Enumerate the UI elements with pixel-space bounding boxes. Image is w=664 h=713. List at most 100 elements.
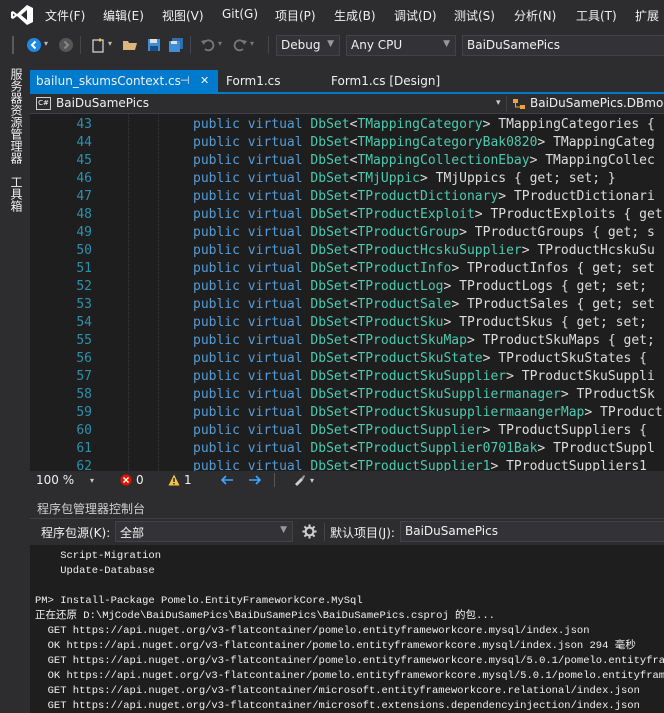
entity-type: TProductSkuSupplier	[357, 369, 507, 384]
settings-gear-icon[interactable]	[302, 524, 317, 539]
code-line: public virtual DbSet<TMappingCategoryBak…	[193, 134, 655, 152]
new-dropdown-icon[interactable]: ▾	[108, 39, 112, 48]
code-cleanup-brush-icon[interactable]	[292, 473, 306, 487]
keyword-virtual: virtual	[247, 189, 303, 204]
cleanup-dropdown-icon[interactable]: ▾	[310, 476, 314, 485]
type-dbset: DbSet	[310, 225, 350, 240]
indent-guide	[158, 114, 159, 471]
code-line: public virtual DbSet<TProductSkusupplier…	[193, 404, 663, 422]
error-count[interactable]: 0	[136, 473, 144, 487]
code-line: public virtual DbSet<TProductSkuMap> TPr…	[193, 332, 655, 350]
menu-build[interactable]: 生成(B)	[334, 7, 376, 24]
keyword-public: public	[193, 315, 240, 330]
punct: >	[498, 189, 514, 204]
server-explorer-tab[interactable]: 服务器资源管理器	[8, 68, 23, 164]
package-source-dropdown[interactable]: 全部 ▼	[115, 521, 293, 542]
new-project-icon[interactable]	[90, 37, 106, 53]
property-name: TProductSkuMaps	[482, 333, 601, 348]
accessor-tail: { get; set; }	[506, 171, 616, 186]
zoom-level[interactable]: 100 %	[36, 473, 74, 487]
code-line: public virtual DbSet<TProductSupplier070…	[193, 440, 655, 458]
keyword-virtual: virtual	[247, 315, 303, 330]
line-number: 47	[76, 189, 92, 204]
project-navigation-dropdown[interactable]: C# BaiDuSamePics ▾	[34, 95, 506, 113]
tab-form1-cs[interactable]: Form1.cs	[220, 70, 324, 92]
undo-icon[interactable]	[200, 37, 216, 53]
line-number: 51	[76, 261, 92, 276]
visual-studio-logo-icon[interactable]	[10, 4, 34, 26]
property-name: TProductSkuStates	[498, 351, 632, 366]
punct: >	[560, 387, 577, 402]
keyword-public: public	[193, 207, 240, 222]
arrow-left-icon[interactable]	[220, 474, 234, 486]
accessor-tail: { get; s	[584, 225, 655, 240]
navigate-back-icon[interactable]	[26, 37, 42, 53]
keyword-virtual: virtual	[247, 387, 303, 402]
open-folder-icon[interactable]	[122, 37, 138, 53]
entity-type: TProductSale	[357, 297, 452, 312]
solution-platform-dropdown[interactable]: Any CPU ▼	[346, 35, 456, 56]
redo-dropdown-icon[interactable]: ▾	[250, 39, 254, 48]
keyword-public: public	[193, 189, 240, 204]
entity-type: TProductExploit	[357, 207, 475, 222]
menu-test[interactable]: 测试(S)	[454, 7, 495, 24]
tab-form1-design[interactable]: Form1.cs [Design]	[325, 70, 475, 92]
warning-count[interactable]: 1	[184, 473, 192, 487]
zoom-dropdown-icon[interactable]: ▾	[90, 476, 94, 485]
punct: >	[466, 333, 483, 348]
menu-analyze[interactable]: 分析(N)	[514, 7, 556, 24]
menu-debug[interactable]: 调试(D)	[394, 7, 437, 24]
property-name: TMjUppics	[435, 171, 507, 186]
accessor-tail: { get;	[600, 333, 655, 348]
keyword-virtual: virtual	[247, 441, 303, 456]
type-navigation-value: BaiDuSamePics.DBmod	[530, 96, 664, 110]
redo-icon[interactable]	[232, 37, 248, 53]
default-project-dropdown[interactable]: BaiDuSamePics	[400, 521, 664, 542]
keyword-virtual: virtual	[247, 225, 303, 240]
pin-tab-icon[interactable]: ⊣	[180, 70, 190, 92]
code-line: public virtual DbSet<TMjUppic> TMjUppics…	[193, 170, 616, 188]
save-all-icon[interactable]	[168, 37, 184, 53]
punct: >	[521, 243, 538, 258]
error-icon[interactable]	[120, 474, 132, 486]
keyword-virtual: virtual	[247, 351, 303, 366]
menu-edit[interactable]: 编辑(E)	[103, 7, 144, 24]
menu-view[interactable]: 视图(V)	[162, 7, 204, 24]
menu-project[interactable]: 项目(P)	[275, 7, 316, 24]
code-editor[interactable]: 43 44 45 46 47 48 49 50 51 52 53 54 55 56 57 58 59 60 61 62…	[30, 114, 664, 471]
type-dbset: DbSet	[310, 297, 350, 312]
console-line: 正在还原 D:\MjCode\BaiDuSamePics\BaiDuSamePi…	[35, 610, 495, 622]
startup-project-value: BaiDuSamePics	[467, 38, 560, 52]
code-line: public virtual DbSet<TProductSkuSupplier…	[193, 386, 655, 404]
type-navigation-dropdown[interactable]: BaiDuSamePics.DBmod	[510, 95, 664, 113]
warning-icon[interactable]	[168, 474, 180, 486]
close-tab-icon[interactable]: ✕	[200, 70, 209, 92]
code-line: public virtual DbSet<TProductSku> TProdu…	[193, 314, 647, 332]
toolbox-tab[interactable]: 工具箱	[8, 176, 23, 212]
navigate-forward-icon[interactable]	[58, 37, 74, 53]
entity-type: TProductDictionary	[357, 189, 499, 204]
save-icon[interactable]	[146, 37, 162, 53]
keyword-virtual: virtual	[247, 297, 303, 312]
code-line: public virtual DbSet<TProductInfo> TProd…	[193, 260, 655, 278]
editor-navigation-bar: C# BaiDuSamePics ▾ BaiDuSamePics.DBmod	[30, 94, 664, 114]
menu-extensions[interactable]: 扩展	[635, 7, 659, 24]
line-number: 52	[76, 279, 92, 294]
menu-tools[interactable]: 工具(T)	[576, 7, 617, 24]
console-output[interactable]: ─────── ─────── Script-Migration Update-…	[30, 545, 664, 713]
toolbar-grip[interactable]	[12, 36, 14, 54]
line-number: 57	[76, 369, 92, 384]
undo-dropdown-icon[interactable]: ▾	[218, 39, 222, 48]
startup-project-dropdown[interactable]: BaiDuSamePics	[462, 35, 664, 56]
type-dbset: DbSet	[310, 117, 350, 132]
solution-configuration-dropdown[interactable]: Debug ▼	[276, 35, 340, 56]
menu-file[interactable]: 文件(F)	[45, 7, 85, 24]
back-dropdown-icon[interactable]: ▾	[44, 39, 48, 48]
menu-git[interactable]: Git(G)	[222, 7, 258, 21]
tab-bailun-skums-context[interactable]: bailun_skumsContext.cs ⊣ ✕	[30, 70, 218, 92]
arrow-right-icon[interactable]	[248, 474, 262, 486]
type-dbset: DbSet	[310, 207, 350, 222]
keyword-public: public	[193, 261, 240, 276]
